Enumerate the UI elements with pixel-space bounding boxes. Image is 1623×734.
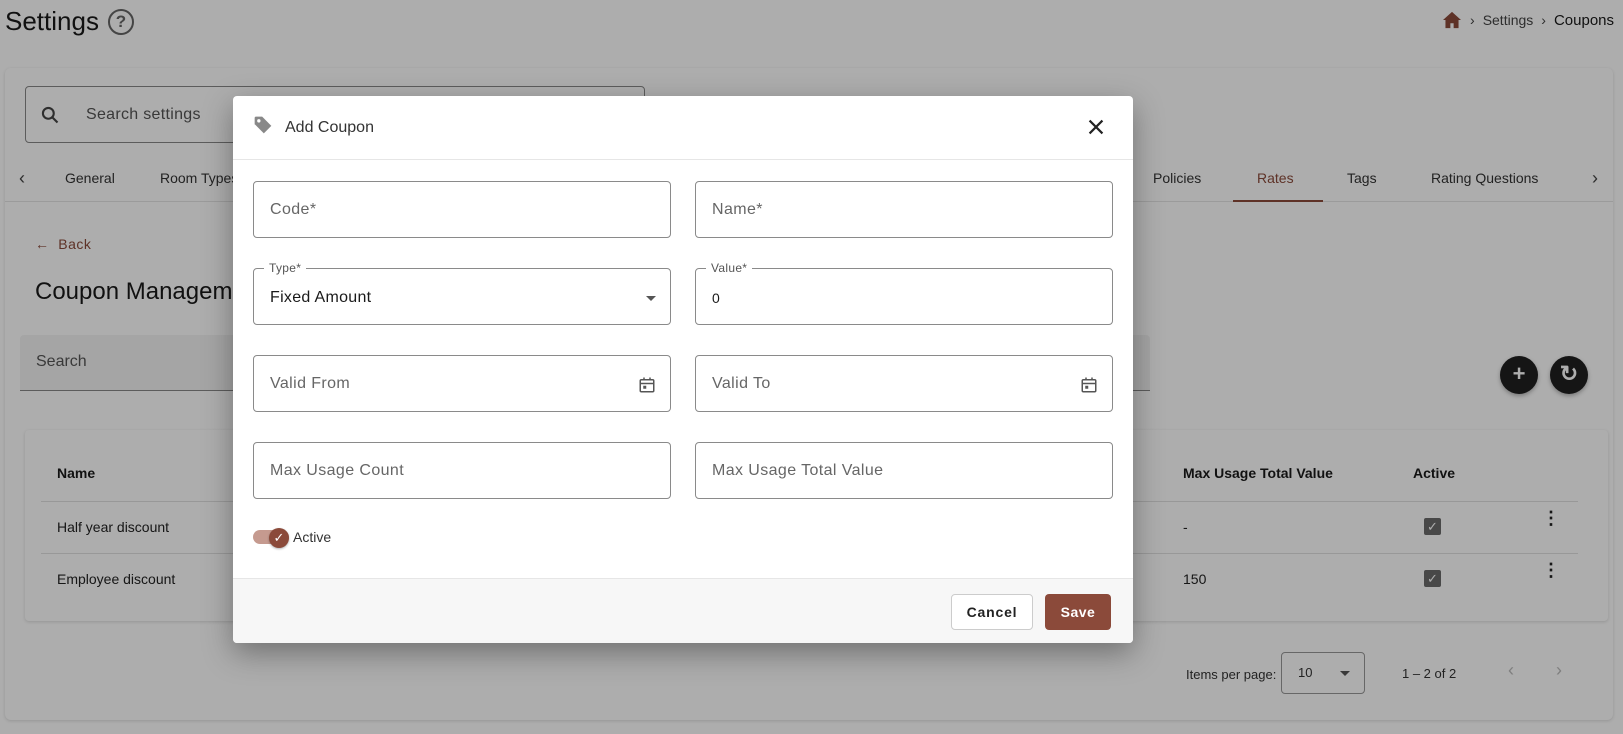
value-field[interactable]: Value* 0 <box>695 261 1113 325</box>
name-placeholder: Name* <box>712 201 763 218</box>
save-button[interactable]: Save <box>1045 594 1111 630</box>
dialog-header: Add Coupon <box>233 96 1133 160</box>
active-toggle-label: Active <box>293 529 332 545</box>
valid-from-placeholder: Valid From <box>270 375 351 392</box>
max-usage-total-value-field[interactable]: Max Usage Total Value <box>695 442 1113 499</box>
calendar-icon[interactable] <box>1080 376 1098 394</box>
code-placeholder: Code* <box>270 201 317 218</box>
add-coupon-dialog: Add Coupon Code* Name* Type* Fixed Amoun… <box>233 96 1133 643</box>
dialog-title: Add Coupon <box>285 119 374 136</box>
max-usage-total-value-placeholder: Max Usage Total Value <box>712 462 884 479</box>
valid-to-field[interactable]: Valid To <box>695 355 1113 412</box>
valid-from-field[interactable]: Valid From <box>253 355 671 412</box>
close-icon[interactable] <box>1085 116 1107 138</box>
value-input: 0 <box>712 290 721 306</box>
max-usage-count-placeholder: Max Usage Count <box>270 462 405 479</box>
name-field[interactable]: Name* <box>695 181 1113 238</box>
tag-icon <box>254 116 272 134</box>
type-label: Type* <box>264 261 307 275</box>
type-select[interactable]: Type* Fixed Amount <box>253 261 671 325</box>
valid-to-placeholder: Valid To <box>712 375 771 392</box>
max-usage-count-field[interactable]: Max Usage Count <box>253 442 671 499</box>
active-toggle-knob[interactable]: ✓ <box>269 528 289 548</box>
value-label: Value* <box>706 261 753 275</box>
calendar-icon[interactable] <box>638 376 656 394</box>
cancel-button[interactable]: Cancel <box>951 594 1033 630</box>
chevron-down-icon <box>646 296 656 301</box>
type-value: Fixed Amount <box>270 289 372 306</box>
code-field[interactable]: Code* <box>253 181 671 238</box>
dialog-footer: Cancel Save <box>233 578 1133 643</box>
